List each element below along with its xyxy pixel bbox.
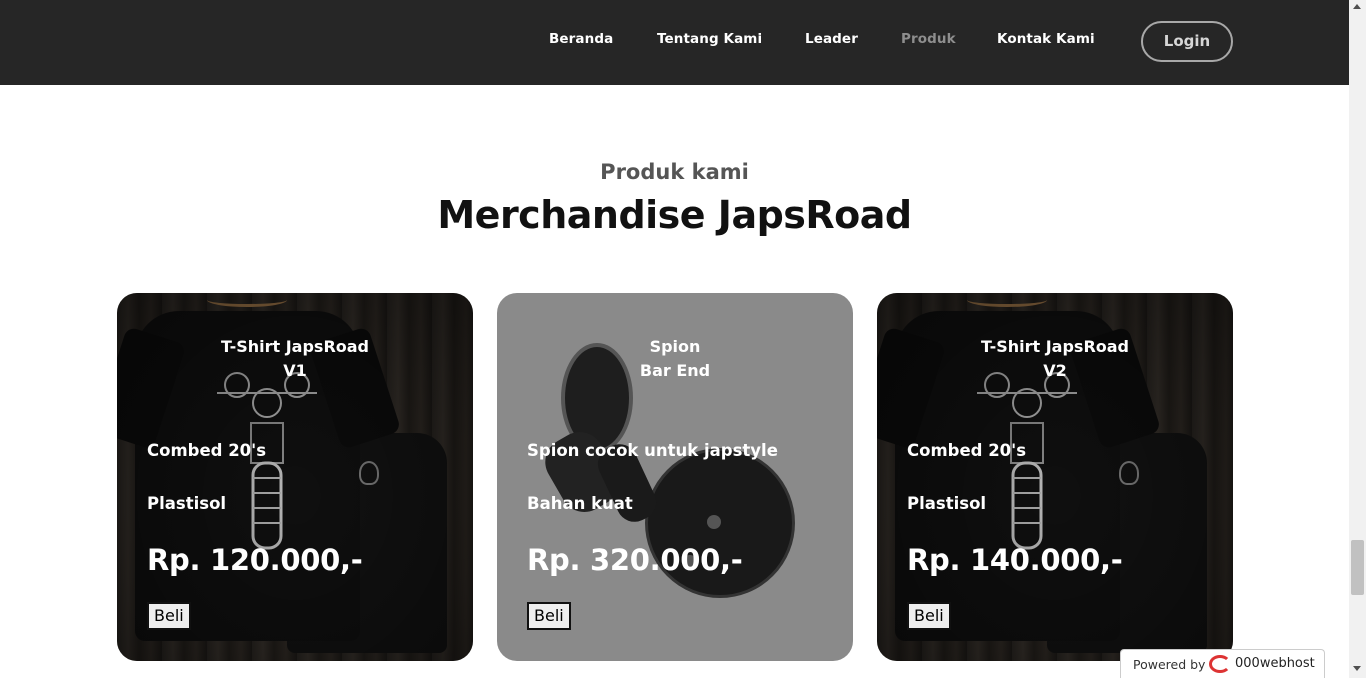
scroll-down-arrow-icon[interactable] bbox=[1353, 666, 1361, 671]
powered-by-label: Powered by bbox=[1133, 657, 1206, 672]
product-title-line1: Spion bbox=[649, 337, 701, 356]
buy-button[interactable]: Beli bbox=[907, 602, 951, 630]
product-feature-1: Spion cocok untuk japstyle bbox=[527, 441, 778, 460]
product-title-line1: T-Shirt JapsRoad bbox=[981, 337, 1129, 356]
product-title: T-Shirt JapsRoad V1 bbox=[117, 335, 473, 383]
product-feature-2: Plastisol bbox=[147, 494, 227, 513]
scrollbar-thumb[interactable] bbox=[1351, 540, 1364, 595]
product-title-line2: V2 bbox=[1043, 361, 1067, 380]
section-title: Merchandise JapsRoad bbox=[437, 193, 912, 237]
buy-button[interactable]: Beli bbox=[147, 602, 191, 630]
nav-link-beranda[interactable]: Beranda bbox=[549, 31, 613, 47]
webhost-brand: 000webhost bbox=[1235, 656, 1315, 671]
section-subtitle: Produk kami bbox=[600, 160, 749, 184]
nav-link-kontak-kami[interactable]: Kontak Kami bbox=[997, 31, 1095, 47]
powered-by-badge[interactable]: Powered by 000webhost bbox=[1120, 649, 1325, 678]
login-button[interactable]: Login bbox=[1141, 21, 1233, 62]
product-title: Spion Bar End bbox=[497, 335, 853, 383]
navbar: Beranda Tentang Kami Leader Produk Konta… bbox=[0, 0, 1349, 85]
nav-link-leader[interactable]: Leader bbox=[805, 31, 858, 47]
product-card-spion-bar-end: Spion Bar End Spion cocok untuk japstyle… bbox=[497, 293, 853, 661]
product-title: T-Shirt JapsRoad V2 bbox=[877, 335, 1233, 383]
scroll-up-arrow-icon[interactable] bbox=[1353, 4, 1361, 9]
product-price: Rp. 120.000,- bbox=[147, 543, 363, 577]
bolt-icon bbox=[707, 515, 721, 529]
product-title-line2: Bar End bbox=[639, 361, 711, 380]
product-feature-2: Plastisol bbox=[907, 494, 987, 513]
product-title-line1: T-Shirt JapsRoad bbox=[221, 337, 369, 356]
page-scrollbar[interactable] bbox=[1349, 0, 1366, 678]
product-title-line2: V1 bbox=[283, 361, 307, 380]
product-card-tshirt-v1: T-Shirt JapsRoad V1 Combed 20's Plastiso… bbox=[117, 293, 473, 661]
product-price: Rp. 140.000,- bbox=[907, 543, 1123, 577]
product-feature-2: Bahan kuat bbox=[527, 494, 633, 513]
product-price: Rp. 320.000,- bbox=[527, 543, 743, 577]
nav-link-produk[interactable]: Produk bbox=[901, 31, 956, 47]
product-card-tshirt-v2: T-Shirt JapsRoad V2 Combed 20's Plastiso… bbox=[877, 293, 1233, 661]
buy-button[interactable]: Beli bbox=[527, 602, 571, 630]
product-feature-1: Combed 20's bbox=[907, 441, 1027, 460]
product-feature-1: Combed 20's bbox=[147, 441, 267, 460]
webhost-logo-icon bbox=[1209, 655, 1231, 673]
nav-link-tentang-kami[interactable]: Tentang Kami bbox=[657, 31, 762, 47]
